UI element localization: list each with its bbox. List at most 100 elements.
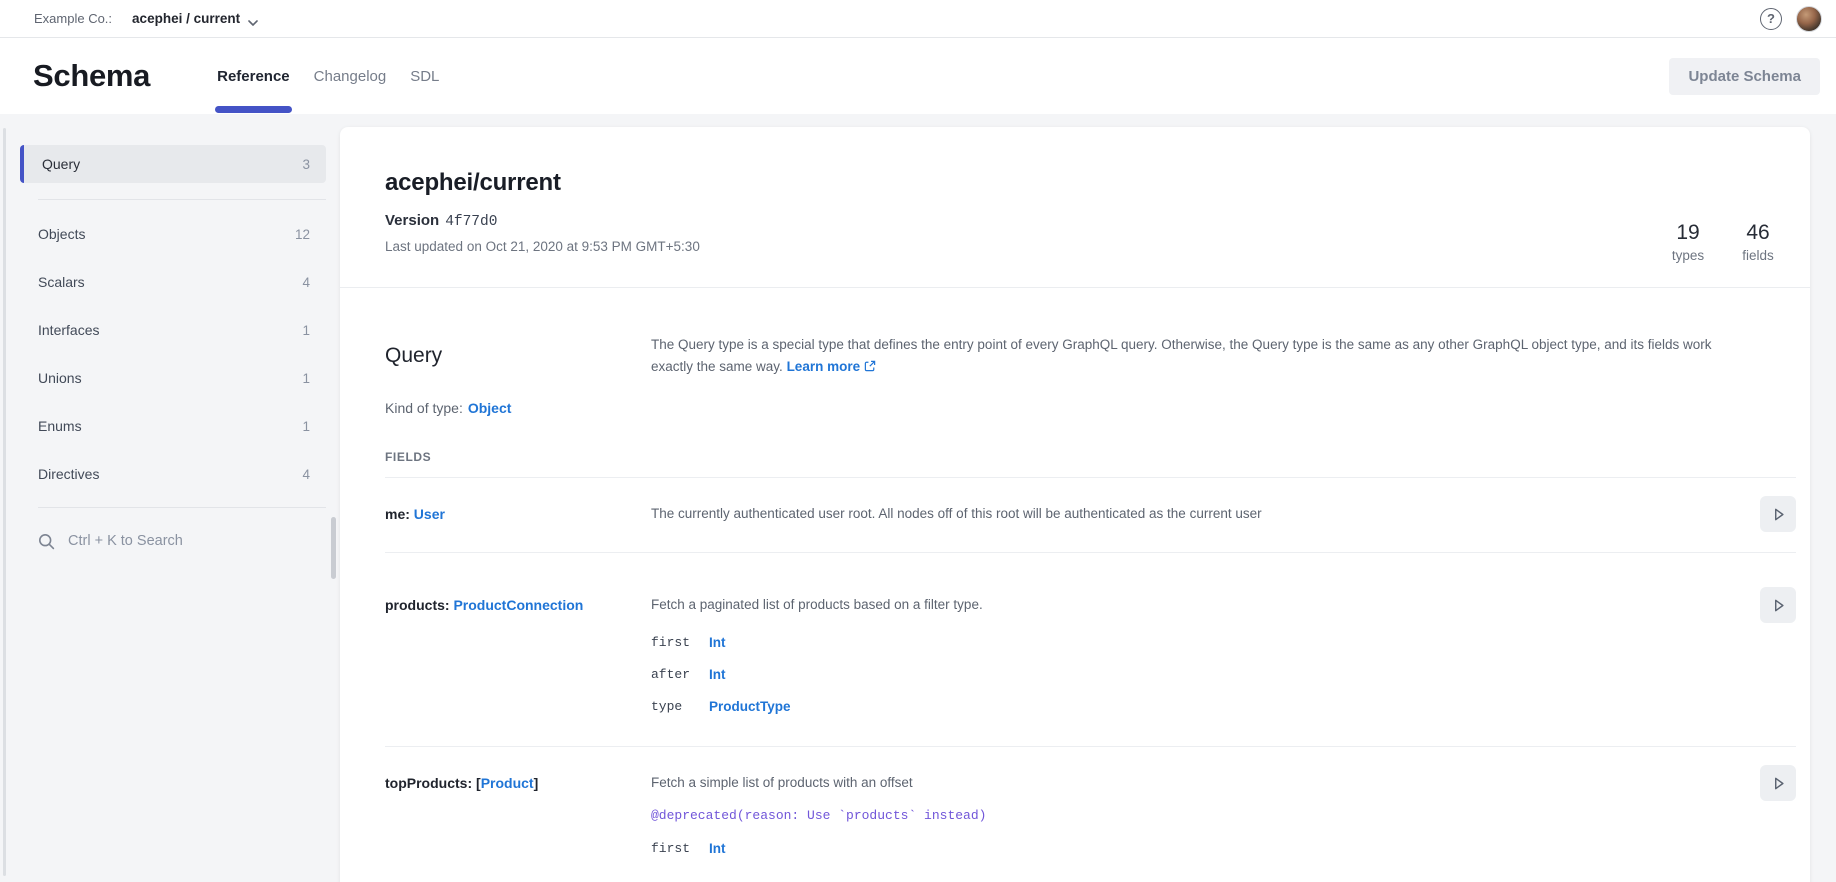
arg-type-link[interactable]: Int bbox=[709, 841, 726, 856]
arg-name: after bbox=[651, 667, 709, 682]
graph-title: acephei/current bbox=[385, 169, 1780, 197]
schema-card-header: acephei/current Version 4f77d0 Last updat… bbox=[340, 127, 1810, 287]
deprecated-annotation: @deprecated(reason: Use `products` inste… bbox=[651, 802, 1740, 830]
field-name: topProducts: [Product] bbox=[385, 773, 651, 793]
arg-name: first bbox=[651, 635, 709, 650]
sidebar-item-label: Unions bbox=[38, 370, 302, 386]
page-header: Schema Reference Changelog SDL Update Sc… bbox=[0, 38, 1836, 114]
stat-fields-label: fields bbox=[1736, 248, 1780, 263]
field-name-text: me bbox=[385, 506, 405, 522]
arg-row: first Int bbox=[651, 626, 1740, 658]
version-label: Version bbox=[385, 212, 439, 229]
run-query-button[interactable] bbox=[1760, 765, 1796, 801]
sidebar-item-count: 4 bbox=[302, 467, 310, 482]
schema-card: acephei/current Version 4f77d0 Last updat… bbox=[340, 127, 1810, 882]
arg-name: type bbox=[651, 699, 709, 714]
sidebar-item-count: 12 bbox=[295, 227, 310, 242]
sidebar-item-objects[interactable]: Objects 12 bbox=[20, 210, 326, 258]
external-link-icon bbox=[864, 360, 876, 372]
sidebar-item-label: Query bbox=[42, 156, 302, 172]
type-section-query: Query The Query type is a special type t… bbox=[340, 288, 1810, 882]
sidebar-item-count: 1 bbox=[302, 419, 310, 434]
last-updated: Last updated on Oct 21, 2020 at 9:53 PM … bbox=[385, 239, 1780, 254]
sidebar-item-enums[interactable]: Enums 1 bbox=[20, 402, 326, 450]
sidebar-item-query[interactable]: Query 3 bbox=[20, 145, 326, 183]
content-area: Query 3 Objects 12 Scalars 4 Interfaces … bbox=[0, 114, 1836, 882]
sidebar-divider bbox=[38, 199, 326, 200]
sidebar-item-unions[interactable]: Unions 1 bbox=[20, 354, 326, 402]
arg-type-link[interactable]: ProductType bbox=[709, 699, 791, 714]
version-line: Version 4f77d0 bbox=[385, 212, 1780, 230]
field-name-text: products bbox=[385, 597, 445, 613]
search-trigger[interactable]: Ctrl + K to Search bbox=[20, 517, 326, 565]
version-value: 4f77d0 bbox=[445, 214, 497, 230]
question-icon: ? bbox=[1767, 12, 1775, 25]
sidebar-item-count: 3 bbox=[302, 157, 310, 172]
arg-type-link[interactable]: Int bbox=[709, 667, 726, 682]
kind-label: Kind of type: bbox=[385, 400, 463, 416]
tab-reference[interactable]: Reference bbox=[205, 38, 302, 114]
tab-changelog[interactable]: Changelog bbox=[302, 38, 399, 114]
field-row-topproducts: topProducts: [Product] Fetch a simple li… bbox=[385, 746, 1796, 882]
field-description: Fetch a simple list of products with an … bbox=[651, 773, 1740, 793]
stat-fields-value: 46 bbox=[1736, 221, 1780, 245]
tabs: Reference Changelog SDL bbox=[205, 38, 451, 114]
sidebar-scrollbar-thumb[interactable] bbox=[331, 517, 336, 579]
sidebar-item-label: Scalars bbox=[38, 274, 302, 290]
field-name-separator: : bbox=[405, 506, 414, 522]
sidebar-item-scalars[interactable]: Scalars 4 bbox=[20, 258, 326, 306]
field-type-link[interactable]: User bbox=[414, 506, 445, 522]
field-detail: Fetch a simple list of products with an … bbox=[651, 773, 1740, 864]
arg-row: type ProductType bbox=[651, 690, 1740, 722]
left-scrollbar-track[interactable] bbox=[3, 128, 6, 876]
sidebar-divider bbox=[38, 507, 326, 508]
run-query-button[interactable] bbox=[1760, 496, 1796, 532]
field-type-link[interactable]: Product bbox=[481, 775, 534, 791]
field-row-products: products: ProductConnection Fetch a pagi… bbox=[385, 552, 1796, 746]
stat-types-value: 19 bbox=[1666, 221, 1710, 245]
page-title: Schema bbox=[33, 58, 150, 94]
org-label: Example Co.: bbox=[34, 11, 112, 26]
graph-selector[interactable]: acephei / current bbox=[132, 11, 258, 26]
user-avatar[interactable] bbox=[1796, 6, 1822, 32]
kind-of-type: Kind of type: Object bbox=[385, 400, 1796, 416]
type-description: The Query type is a special type that de… bbox=[651, 334, 1796, 378]
fields-heading: FIELDS bbox=[385, 450, 1796, 464]
play-icon bbox=[1769, 505, 1788, 524]
learn-more-link[interactable]: Learn more bbox=[787, 359, 877, 374]
sidebar-item-directives[interactable]: Directives 4 bbox=[20, 450, 326, 498]
field-row-me: me: User The currently authenticated use… bbox=[385, 477, 1796, 552]
chevron-down-icon bbox=[248, 15, 258, 22]
kind-value-link[interactable]: Object bbox=[468, 400, 512, 416]
play-icon bbox=[1769, 596, 1788, 615]
update-schema-button[interactable]: Update Schema bbox=[1669, 58, 1820, 95]
sidebar-item-count: 4 bbox=[302, 275, 310, 290]
sidebar-item-label: Objects bbox=[38, 226, 295, 242]
arg-type-link[interactable]: Int bbox=[709, 635, 726, 650]
stat-types-label: types bbox=[1666, 248, 1710, 263]
type-name: Query bbox=[385, 344, 651, 368]
field-description: The currently authenticated user root. A… bbox=[651, 504, 1740, 524]
graph-selector-label: acephei / current bbox=[132, 11, 240, 26]
field-detail: Fetch a paginated list of products based… bbox=[651, 595, 1740, 722]
field-name-text: topProducts bbox=[385, 775, 467, 791]
stat-types: 19 types bbox=[1666, 221, 1710, 263]
sidebar-item-count: 1 bbox=[302, 323, 310, 338]
arg-row: after Int bbox=[651, 658, 1740, 690]
learn-more-label: Learn more bbox=[787, 359, 861, 374]
arg-row: first Int bbox=[651, 832, 1740, 864]
tab-sdl[interactable]: SDL bbox=[398, 38, 451, 114]
search-icon bbox=[38, 533, 55, 550]
field-name: me: User bbox=[385, 504, 651, 524]
run-query-button[interactable] bbox=[1760, 587, 1796, 623]
schema-stats: 19 types 46 fields bbox=[1666, 221, 1780, 263]
sidebar-item-interfaces[interactable]: Interfaces 1 bbox=[20, 306, 326, 354]
sidebar-item-label: Enums bbox=[38, 418, 302, 434]
stat-fields: 46 fields bbox=[1736, 221, 1780, 263]
type-header-row: Query The Query type is a special type t… bbox=[385, 334, 1796, 378]
schema-nav-sidebar: Query 3 Objects 12 Scalars 4 Interfaces … bbox=[20, 145, 326, 565]
field-name: products: ProductConnection bbox=[385, 595, 651, 615]
search-hint: Ctrl + K to Search bbox=[68, 533, 183, 549]
field-type-link[interactable]: ProductConnection bbox=[453, 597, 583, 613]
help-button[interactable]: ? bbox=[1760, 8, 1782, 30]
